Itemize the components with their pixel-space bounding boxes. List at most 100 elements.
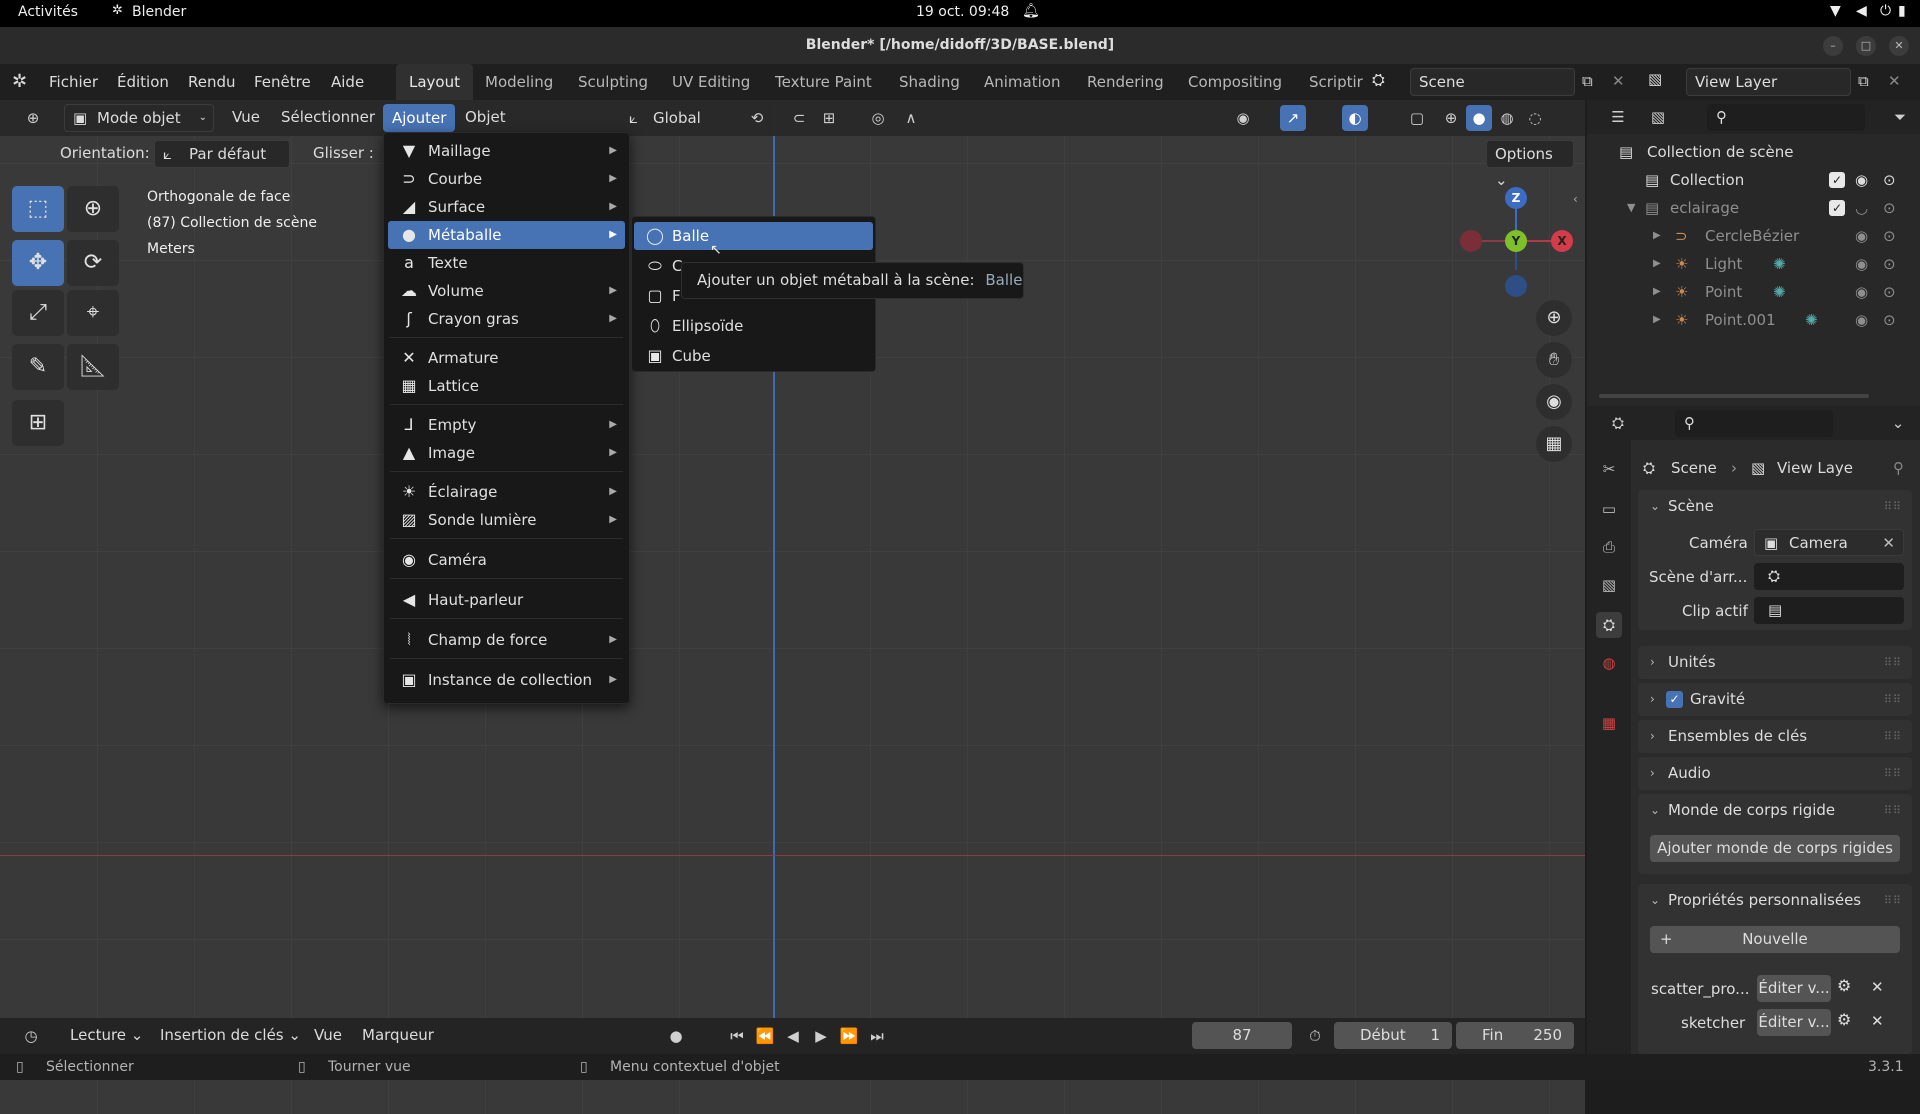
clock[interactable]: 19 oct. 09:48 bbox=[916, 4, 1009, 20]
navigation-gizmo[interactable]: Z Y X bbox=[1440, 180, 1580, 300]
snap-icon[interactable]: ⊂ bbox=[786, 105, 812, 131]
scene-field[interactable]: Scene bbox=[1410, 68, 1575, 96]
expand-chevron-icon[interactable]: ▶ bbox=[1653, 306, 1661, 334]
units-panel-header[interactable]: › Unités ⠿⠿ bbox=[1638, 646, 1912, 679]
tab-texture-paint[interactable]: Texture Paint bbox=[762, 64, 885, 100]
add-cube-tool-icon[interactable]: ⊞ bbox=[12, 400, 64, 446]
properties-search-input[interactable]: ⚲ bbox=[1675, 410, 1833, 437]
menu-item-volume[interactable]: ☁ Volume ▶ bbox=[388, 277, 625, 305]
app-menu[interactable]: Blender bbox=[132, 4, 186, 20]
solid-shading-icon[interactable]: ● bbox=[1466, 105, 1492, 131]
transform-orientation-dropdown[interactable]: ⟀ Global bbox=[625, 104, 727, 132]
background-scene-field[interactable]: ⛭ bbox=[1754, 563, 1904, 590]
end-frame-field[interactable]: Fin 250 bbox=[1456, 1022, 1574, 1049]
menu-file[interactable]: Fichier bbox=[49, 64, 98, 100]
menu-item-force-field[interactable]: ⦚ Champ de force ▶ bbox=[388, 626, 625, 654]
submenu-item-cube[interactable]: ▣ Cube bbox=[634, 342, 873, 370]
new-view-layer-icon[interactable]: ⧉ bbox=[1858, 72, 1869, 90]
tab-uv-editing[interactable]: UV Editing bbox=[659, 64, 763, 100]
outliner-search-input[interactable]: ⚲ bbox=[1707, 104, 1865, 131]
tab-compositing[interactable]: Compositing bbox=[1175, 64, 1295, 100]
camera-view-icon[interactable]: ◉ bbox=[1536, 384, 1572, 420]
menu-item-grease-pencil[interactable]: ʃ Crayon gras ▶ bbox=[388, 305, 625, 333]
menu-help[interactable]: Aide bbox=[331, 64, 364, 100]
tab-rendering[interactable]: Rendering bbox=[1074, 64, 1177, 100]
world-tab-icon[interactable]: ◍ bbox=[1596, 650, 1622, 676]
tab-shading[interactable]: Shading bbox=[886, 64, 973, 100]
wireframe-shading-icon[interactable]: ⊕ bbox=[1438, 105, 1464, 131]
view-layer-tab-icon[interactable]: ▧ bbox=[1596, 572, 1622, 598]
scene-selector-icon[interactable]: ⛭ bbox=[1372, 70, 1385, 90]
delete-view-layer-icon[interactable]: ✕ bbox=[1888, 72, 1901, 90]
submenu-item-ball[interactable]: ◯ Balle bbox=[634, 222, 873, 250]
eye-icon[interactable]: ◉ bbox=[1855, 250, 1868, 278]
menu-item-curve[interactable]: ⊃ Courbe ▶ bbox=[388, 165, 625, 193]
add-rigidbody-world-button[interactable]: Ajouter monde de corps rigides bbox=[1650, 835, 1900, 862]
record-icon[interactable]: ● bbox=[663, 1023, 689, 1049]
eclairage-checkbox[interactable]: ✓ bbox=[1829, 200, 1845, 216]
menu-item-lattice[interactable]: ▦ Lattice bbox=[388, 372, 625, 400]
menu-edit[interactable]: Édition bbox=[117, 64, 169, 100]
camera-render-icon[interactable]: ⊙ bbox=[1883, 222, 1896, 250]
eye-icon[interactable]: ◉ bbox=[1855, 166, 1868, 194]
gizmo-neg-x-icon[interactable] bbox=[1460, 230, 1482, 252]
view-layer-icon[interactable]: ▧ bbox=[1648, 70, 1662, 88]
menu-item-surface[interactable]: ◢ Surface ▶ bbox=[388, 193, 625, 221]
menu-select[interactable]: Sélectionner bbox=[281, 108, 375, 126]
menu-item-empty[interactable]: ⅃ Empty ▶ bbox=[388, 411, 625, 439]
blender-logo-icon[interactable]: ✲ bbox=[12, 64, 27, 100]
gizmo-x-icon[interactable]: X bbox=[1551, 230, 1573, 252]
orientation-dropdown[interactable]: ⟀ Par défaut bbox=[154, 140, 290, 168]
annotate-tool-icon[interactable]: ✎ bbox=[12, 344, 64, 390]
measure-tool-icon[interactable]: 📐︎ bbox=[67, 344, 119, 390]
proportional-edit-icon[interactable]: ◎ bbox=[865, 105, 891, 131]
eye-icon[interactable]: ◉ bbox=[1855, 306, 1868, 334]
texture-tab-icon[interactable]: ▦ bbox=[1596, 710, 1622, 736]
rigidbody-panel-header[interactable]: ⌄ Monde de corps rigide ⠿⠿ bbox=[1638, 794, 1912, 827]
material-shading-icon[interactable]: ◍ bbox=[1494, 105, 1520, 131]
camera-field[interactable]: ▣ Camera ✕ bbox=[1754, 529, 1904, 556]
menu-item-image[interactable]: ▲ Image ▶ bbox=[388, 439, 625, 467]
edit-value-button[interactable]: Éditer v... bbox=[1757, 1009, 1831, 1036]
collection-checkbox[interactable]: ✓ bbox=[1829, 172, 1845, 188]
edit-value-button[interactable]: Éditer v... bbox=[1757, 975, 1831, 1002]
move-tool-icon[interactable]: ✥ bbox=[12, 240, 64, 286]
tab-animation[interactable]: Animation bbox=[971, 64, 1073, 100]
prev-keyframe-icon[interactable]: ⏪ bbox=[752, 1023, 778, 1049]
outliner-scrollbar[interactable] bbox=[1599, 394, 1869, 398]
outliner-row-eclairage[interactable]: ▼ ▤ eclairage ✓ ◡ ⊙ bbox=[1587, 194, 1920, 222]
tab-modeling[interactable]: Modeling bbox=[472, 64, 566, 100]
menu-object[interactable]: Objet bbox=[465, 108, 506, 126]
minimize-icon[interactable]: – bbox=[1823, 36, 1843, 56]
outliner-editor-type-icon[interactable]: ☰ bbox=[1605, 104, 1631, 130]
menu-window[interactable]: Fenêtre bbox=[254, 64, 311, 100]
playback-menu[interactable]: Lecture ⌄ bbox=[70, 1026, 143, 1044]
gear-icon[interactable]: ⚙ bbox=[1837, 1010, 1851, 1029]
menu-item-text[interactable]: a Texte bbox=[388, 249, 625, 277]
outliner-row-light[interactable]: ▶ ☀ Light ✺ ◉ ⊙ bbox=[1587, 250, 1920, 278]
editor-type-icon[interactable]: ⊕ bbox=[20, 105, 46, 131]
start-frame-field[interactable]: Début 1 bbox=[1334, 1022, 1452, 1049]
tab-sculpting[interactable]: Sculpting bbox=[565, 64, 661, 100]
camera-render-icon[interactable]: ⊙ bbox=[1883, 278, 1896, 306]
gizmo-z-icon[interactable]: Z bbox=[1505, 187, 1527, 209]
scene-tab-icon[interactable]: ⛭ bbox=[1596, 612, 1622, 638]
tool-tab-icon[interactable]: ✂ bbox=[1596, 456, 1622, 482]
active-clip-field[interactable]: ▤ bbox=[1754, 597, 1904, 624]
next-keyframe-icon[interactable]: ⏩ bbox=[836, 1023, 862, 1049]
output-tab-icon[interactable]: ⎙ bbox=[1596, 534, 1622, 560]
options-dropdown[interactable]: Options ⌄ bbox=[1486, 140, 1574, 189]
delete-icon[interactable]: ✕ bbox=[1871, 1012, 1884, 1030]
menu-item-armature[interactable]: ✕ Armature bbox=[388, 344, 625, 372]
clear-icon[interactable]: ✕ bbox=[1882, 530, 1895, 557]
wifi-icon[interactable]: ▼ bbox=[1830, 3, 1841, 19]
delete-scene-icon[interactable]: ✕ bbox=[1612, 72, 1625, 90]
outliner-row-collection[interactable]: ▤ Collection ✓ ◉ ⊙ bbox=[1587, 166, 1920, 194]
jump-end-icon[interactable]: ⏭ bbox=[864, 1023, 890, 1049]
outliner-row-point-001[interactable]: ▶ ☀ Point.001 ✺ ◉ ⊙ bbox=[1587, 306, 1920, 334]
menu-item-collection-instance[interactable]: ▣ Instance de collection ▶ bbox=[388, 666, 625, 694]
menu-item-metaball[interactable]: ● Métaballe ▶ bbox=[388, 221, 625, 249]
snap-target-icon[interactable]: ⊞ bbox=[816, 105, 842, 131]
expand-chevron-icon[interactable]: ▼ bbox=[1627, 194, 1635, 222]
scale-tool-icon[interactable]: ⤢ bbox=[12, 290, 64, 336]
